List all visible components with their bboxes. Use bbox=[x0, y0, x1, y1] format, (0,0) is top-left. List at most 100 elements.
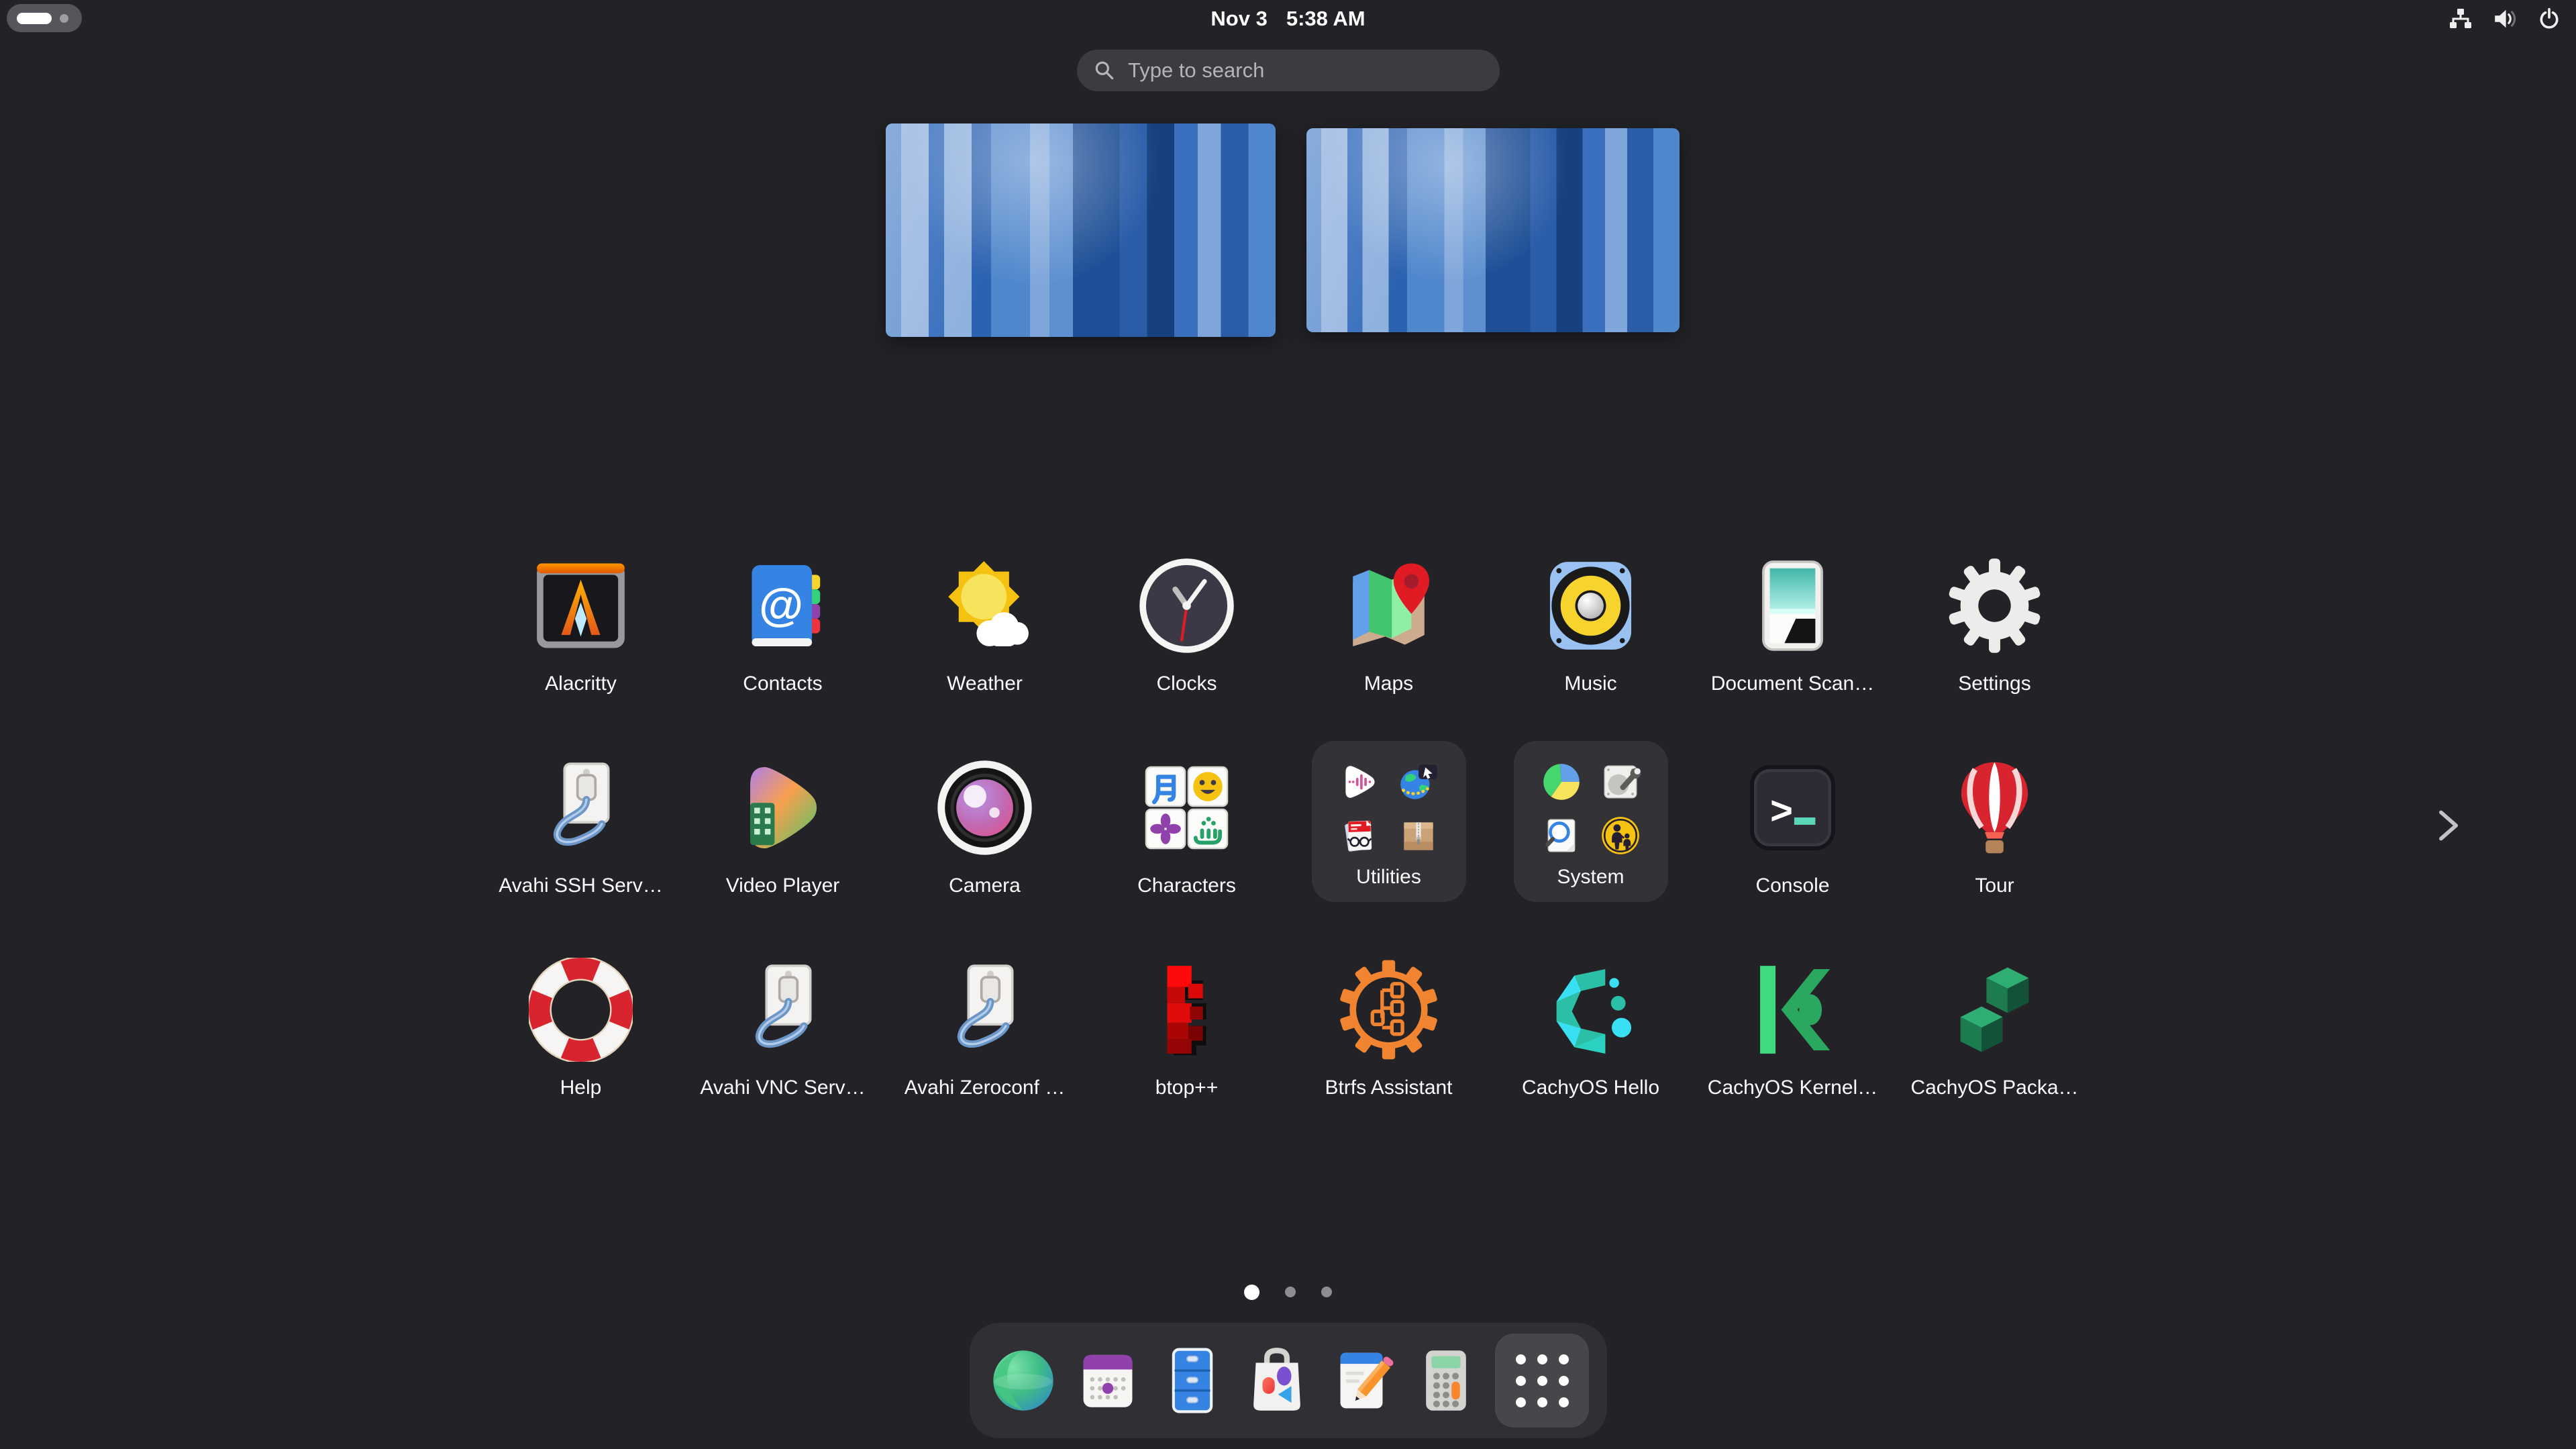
folder-preview-icons bbox=[1539, 760, 1643, 858]
wallpaper-preview bbox=[1306, 128, 1680, 332]
top-bar: Nov 3 5:38 AM bbox=[0, 0, 2576, 38]
files-icon[interactable] bbox=[1157, 1345, 1228, 1416]
app-avahi-vnc[interactable]: Avahi VNC Serv… bbox=[682, 949, 884, 1151]
app-label: Video Player bbox=[726, 875, 840, 897]
app-document-scanner[interactable]: Document Scan… bbox=[1692, 545, 1894, 747]
contacts-icon bbox=[731, 554, 835, 658]
plug-cable-icon bbox=[529, 756, 633, 860]
workspace-thumbnail-2[interactable] bbox=[1306, 128, 1680, 332]
archive-manager-icon bbox=[1396, 813, 1441, 858]
page-dot-2[interactable] bbox=[1285, 1287, 1296, 1297]
web-browser-icon[interactable] bbox=[988, 1345, 1059, 1416]
app-label: btop++ bbox=[1155, 1077, 1218, 1099]
clocks-icon bbox=[1135, 554, 1239, 658]
app-settings[interactable]: Settings bbox=[1894, 545, 2096, 747]
decibels-icon bbox=[1337, 760, 1382, 804]
app-label: Camera bbox=[949, 875, 1021, 897]
document-scanner-icon bbox=[1741, 554, 1845, 658]
hot-air-balloon-icon bbox=[1943, 756, 2047, 860]
app-help[interactable]: Help bbox=[480, 949, 682, 1151]
app-label: Music bbox=[1564, 672, 1616, 695]
app-clocks[interactable]: Clocks bbox=[1086, 545, 1288, 747]
plug-cable-icon bbox=[933, 958, 1037, 1062]
app-label: Weather bbox=[947, 672, 1023, 695]
folder-tile: Utilities bbox=[1312, 741, 1466, 902]
app-label: Characters bbox=[1137, 875, 1236, 897]
calendar-icon[interactable] bbox=[1072, 1345, 1143, 1416]
app-btrfs-assistant[interactable]: Btrfs Assistant bbox=[1288, 949, 1490, 1151]
power-icon[interactable] bbox=[2537, 7, 2561, 30]
document-viewer-icon bbox=[1337, 813, 1382, 858]
app-cachyos-package-installer[interactable]: CachyOS Packa… bbox=[1894, 949, 2096, 1151]
app-characters[interactable]: Characters bbox=[1086, 747, 1288, 949]
settings-gear-icon bbox=[1943, 554, 2047, 658]
wired-network-icon[interactable] bbox=[2449, 7, 2473, 30]
app-avahi-zeroconf[interactable]: Avahi Zeroconf … bbox=[884, 949, 1086, 1151]
wallpaper-preview bbox=[886, 123, 1276, 337]
search-icon bbox=[1093, 59, 1116, 82]
app-cachyos-kernel-manager[interactable]: CachyOS Kernel… bbox=[1692, 949, 1894, 1151]
app-alacritty[interactable]: Alacritty bbox=[480, 545, 682, 747]
app-tour[interactable]: Tour bbox=[1894, 747, 2096, 949]
app-label: CachyOS Packa… bbox=[1910, 1077, 2078, 1099]
console-terminal-icon bbox=[1741, 756, 1845, 860]
app-cachyos-hello[interactable]: CachyOS Hello bbox=[1490, 949, 1692, 1151]
app-label: Clocks bbox=[1156, 672, 1217, 695]
app-label: Settings bbox=[1958, 672, 2030, 695]
app-contacts[interactable]: Contacts bbox=[682, 545, 884, 747]
app-label: Maps bbox=[1364, 672, 1413, 695]
folder-utilities[interactable]: Utilities bbox=[1288, 747, 1490, 949]
logs-magnifier-icon bbox=[1539, 813, 1584, 858]
dock bbox=[970, 1323, 1607, 1438]
cachyos-k-icon bbox=[1741, 958, 1845, 1062]
page-dot-1[interactable] bbox=[1244, 1285, 1259, 1300]
search-placeholder: Type to search bbox=[1128, 58, 1264, 83]
app-grid-toggle-button[interactable] bbox=[1495, 1334, 1589, 1428]
music-icon bbox=[1539, 554, 1643, 658]
app-weather[interactable]: Weather bbox=[884, 545, 1086, 747]
system-status-area[interactable] bbox=[2449, 0, 2561, 38]
folder-preview-icons bbox=[1337, 760, 1441, 858]
app-music[interactable]: Music bbox=[1490, 545, 1692, 747]
parental-controls-icon bbox=[1598, 813, 1643, 858]
search-input[interactable]: Type to search bbox=[1077, 50, 1500, 91]
folder-system[interactable]: System bbox=[1490, 747, 1692, 949]
date-label: Nov 3 bbox=[1210, 7, 1267, 31]
page-indicator bbox=[0, 1277, 2576, 1307]
app-label: Alacritty bbox=[545, 672, 617, 695]
app-video-player[interactable]: Video Player bbox=[682, 747, 884, 949]
cachyos-c-icon bbox=[1539, 958, 1643, 1062]
plug-cable-icon bbox=[731, 958, 835, 1062]
app-label: Contacts bbox=[743, 672, 822, 695]
app-maps[interactable]: Maps bbox=[1288, 545, 1490, 747]
app-label: Document Scan… bbox=[1711, 672, 1874, 695]
app-label: Tour bbox=[1975, 875, 2014, 897]
time-label: 5:38 AM bbox=[1286, 7, 1366, 31]
app-camera[interactable]: Camera bbox=[884, 747, 1086, 949]
app-label: Avahi Zeroconf … bbox=[905, 1077, 1066, 1099]
volume-icon[interactable] bbox=[2493, 7, 2517, 30]
software-store-icon[interactable] bbox=[1241, 1345, 1312, 1416]
lifebuoy-icon bbox=[529, 958, 633, 1062]
folder-label: Utilities bbox=[1356, 866, 1421, 889]
app-label: Btrfs Assistant bbox=[1325, 1077, 1452, 1099]
calculator-icon[interactable] bbox=[1410, 1345, 1482, 1416]
next-page-chevron-icon[interactable] bbox=[2433, 807, 2464, 844]
text-editor-icon[interactable] bbox=[1326, 1345, 1397, 1416]
connections-icon bbox=[1396, 760, 1441, 804]
disks-wrench-icon bbox=[1598, 760, 1643, 804]
weather-icon bbox=[933, 554, 1037, 658]
app-console[interactable]: Console bbox=[1692, 747, 1894, 949]
app-grid-dots-icon bbox=[1516, 1354, 1569, 1407]
alacritty-icon bbox=[529, 554, 633, 658]
app-avahi-ssh[interactable]: Avahi SSH Serv… bbox=[480, 747, 682, 949]
app-label: Console bbox=[1755, 875, 1829, 897]
page-dot-3[interactable] bbox=[1321, 1287, 1332, 1297]
workspace-thumbnail-1[interactable] bbox=[886, 123, 1276, 337]
folder-label: System bbox=[1557, 866, 1624, 889]
app-btop[interactable]: btop++ bbox=[1086, 949, 1288, 1151]
disk-usage-pie-icon bbox=[1539, 760, 1584, 804]
maps-icon bbox=[1337, 554, 1441, 658]
clock-button[interactable]: Nov 3 5:38 AM bbox=[0, 0, 2576, 38]
app-label: Avahi VNC Serv… bbox=[700, 1077, 865, 1099]
